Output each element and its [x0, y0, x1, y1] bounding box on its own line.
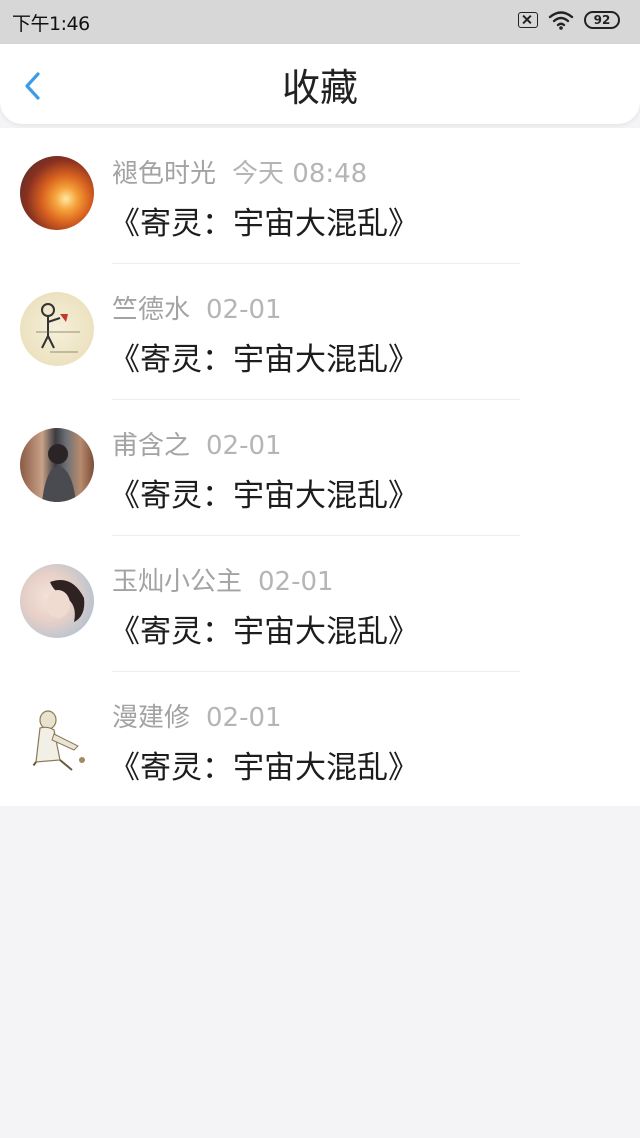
battery-icon: 92: [584, 11, 620, 29]
list-item[interactable]: 甫含之 02-01 《寄灵：宇宙大混乱》: [0, 400, 640, 536]
item-title: 《寄灵：宇宙大混乱》: [109, 478, 419, 514]
item-meta: 甫含之 02-01: [112, 425, 282, 462]
status-time: 下午1:46: [12, 13, 90, 35]
character-icon: [29, 710, 85, 771]
item-meta: 褪色时光 今天 08:48: [112, 153, 367, 190]
person-photo-icon: [46, 580, 85, 622]
list-item[interactable]: 漫建修 02-01 《寄灵：宇宙大混乱》: [0, 672, 640, 808]
date: 02-01: [258, 567, 334, 597]
item-title: 《寄灵：宇宙大混乱》: [109, 206, 419, 242]
date: 02-01: [206, 295, 282, 325]
item-title: 《寄灵：宇宙大混乱》: [109, 342, 419, 378]
avatar: [20, 700, 94, 774]
username: 褪色时光: [112, 159, 217, 189]
avatar: [20, 292, 94, 366]
avatar: [20, 156, 94, 230]
list-item[interactable]: 褪色时光 今天 08:48 《寄灵：宇宙大混乱》: [0, 128, 640, 264]
item-title: 《寄灵：宇宙大混乱》: [109, 750, 419, 786]
username: 漫建修: [112, 703, 191, 733]
status-bar: 下午1:46 92: [0, 0, 640, 44]
username: 玉灿小公主: [112, 567, 243, 597]
avatar: [20, 428, 94, 502]
list-item[interactable]: 竺德水 02-01 《寄灵：宇宙大混乱》: [0, 264, 640, 400]
avatar: [20, 564, 94, 638]
item-title: 《寄灵：宇宙大混乱》: [109, 614, 419, 650]
item-meta: 漫建修 02-01: [112, 697, 282, 734]
figure-icon: [36, 303, 80, 353]
wifi-icon: [548, 11, 574, 30]
username: 甫含之: [112, 431, 191, 461]
date: 02-01: [206, 703, 282, 733]
favorites-list: 褪色时光 今天 08:48 《寄灵：宇宙大混乱》 竺德水 02-01 《寄灵：宇宙大…: [0, 128, 640, 806]
item-meta: 玉灿小公主 02-01: [112, 561, 334, 598]
nav-header: 收藏: [0, 44, 640, 124]
date: 02-01: [206, 431, 282, 461]
username: 竺德水: [112, 295, 191, 325]
person-photo-icon: [42, 444, 76, 502]
item-meta: 竺德水 02-01: [112, 289, 282, 326]
list-item[interactable]: 玉灿小公主 02-01 《寄灵：宇宙大混乱》: [0, 536, 640, 672]
date: 今天 08:48: [232, 159, 368, 189]
no-sim-icon: [518, 12, 538, 28]
page-title: 收藏: [281, 66, 358, 110]
